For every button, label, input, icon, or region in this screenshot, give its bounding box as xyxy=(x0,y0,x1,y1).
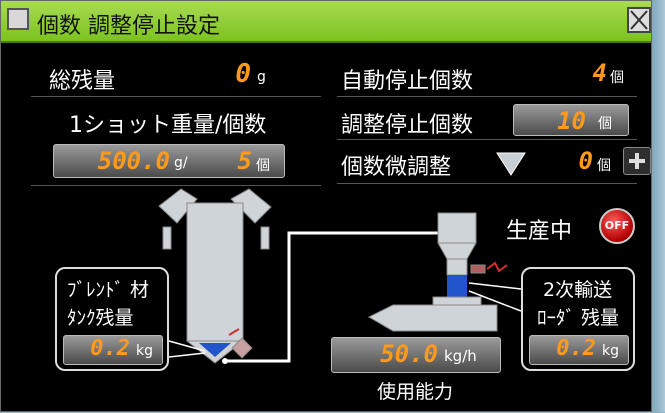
secondary-loader-display: 0.2 kg xyxy=(529,335,629,365)
capacity-display[interactable]: 50.0 kg/h xyxy=(331,337,501,373)
loader-icon xyxy=(432,212,508,308)
blend-tank-label-1: ﾌﾞﾚﾝﾄﾞ 材 xyxy=(67,279,150,301)
blend-tank-value: 0.2 xyxy=(90,336,130,361)
secondary-loader-label-1: 2次輸送 xyxy=(543,279,613,301)
secondary-loader-callout: 2次輸送 ﾛｰﾀﾞ 残量 0.2 kg xyxy=(521,267,635,371)
extruder-icon xyxy=(367,304,498,332)
blend-tank-display: 0.2 kg xyxy=(63,335,163,365)
capacity-label: 使用能力 xyxy=(377,381,454,403)
blend-tank-unit: kg xyxy=(136,343,153,359)
blend-tank-label-2: ﾀﾝｸ残量 xyxy=(67,307,134,329)
secondary-loader-unit: kg xyxy=(602,343,619,359)
blend-tank-callout: ﾌﾞﾚﾝﾄﾞ 材 ﾀﾝｸ残量 0.2 kg xyxy=(55,267,169,371)
secondary-loader-value: 0.2 xyxy=(556,336,596,361)
capacity-value: 50.0 xyxy=(380,340,438,368)
hopper-icon xyxy=(158,188,272,364)
capacity-unit: kg/h xyxy=(444,347,477,365)
dialog-window: 個数 調整停止設定 総残量 0 g 1ショット重量/個数 500.0 g/ 5 … xyxy=(0,0,652,412)
secondary-loader-label-2: ﾛｰﾀﾞ 残量 xyxy=(537,307,620,329)
